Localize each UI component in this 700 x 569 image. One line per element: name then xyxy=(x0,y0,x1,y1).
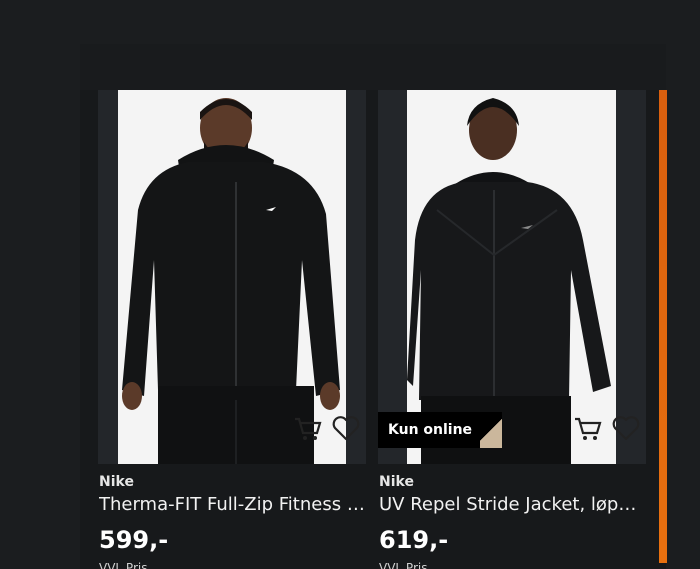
product-image-frame: Kun online xyxy=(378,90,646,464)
product-actions xyxy=(572,412,642,444)
product-carousel: Nike Therma-FIT Full-Zip Fitness To... 5… xyxy=(80,44,666,569)
product-price: 599,- xyxy=(99,526,169,554)
product-title[interactable]: Therma-FIT Full-Zip Fitness To... xyxy=(99,494,367,515)
badge-label: Kun online xyxy=(378,412,481,448)
product-card[interactable]: Nike Therma-FIT Full-Zip Fitness To... 5… xyxy=(98,90,368,569)
heart-icon[interactable] xyxy=(330,412,362,444)
cart-icon[interactable] xyxy=(572,412,604,444)
product-brand: Nike xyxy=(379,474,414,490)
price-note: VVL Pris xyxy=(379,561,428,569)
product-card[interactable]: Kun online Nike UV Repel Stride Jacket, … xyxy=(378,90,648,569)
price-note: VVL Pris xyxy=(99,561,148,569)
hoodie-model-illustration xyxy=(118,90,346,464)
carousel-scrollbar-thumb[interactable] xyxy=(659,90,667,563)
product-brand: Nike xyxy=(99,474,134,490)
online-only-badge: Kun online xyxy=(378,412,503,448)
jacket-model-illustration xyxy=(407,90,616,464)
product-actions xyxy=(292,412,362,444)
heart-icon[interactable] xyxy=(610,412,642,444)
product-image[interactable] xyxy=(407,90,616,464)
badge-tail xyxy=(480,412,503,448)
carousel-header xyxy=(80,44,666,90)
product-image-frame xyxy=(98,90,366,464)
product-image[interactable] xyxy=(118,90,346,464)
product-title[interactable]: UV Repel Stride Jacket, løpeja... xyxy=(379,494,647,515)
product-price: 619,- xyxy=(379,526,449,554)
cart-icon[interactable] xyxy=(292,412,324,444)
